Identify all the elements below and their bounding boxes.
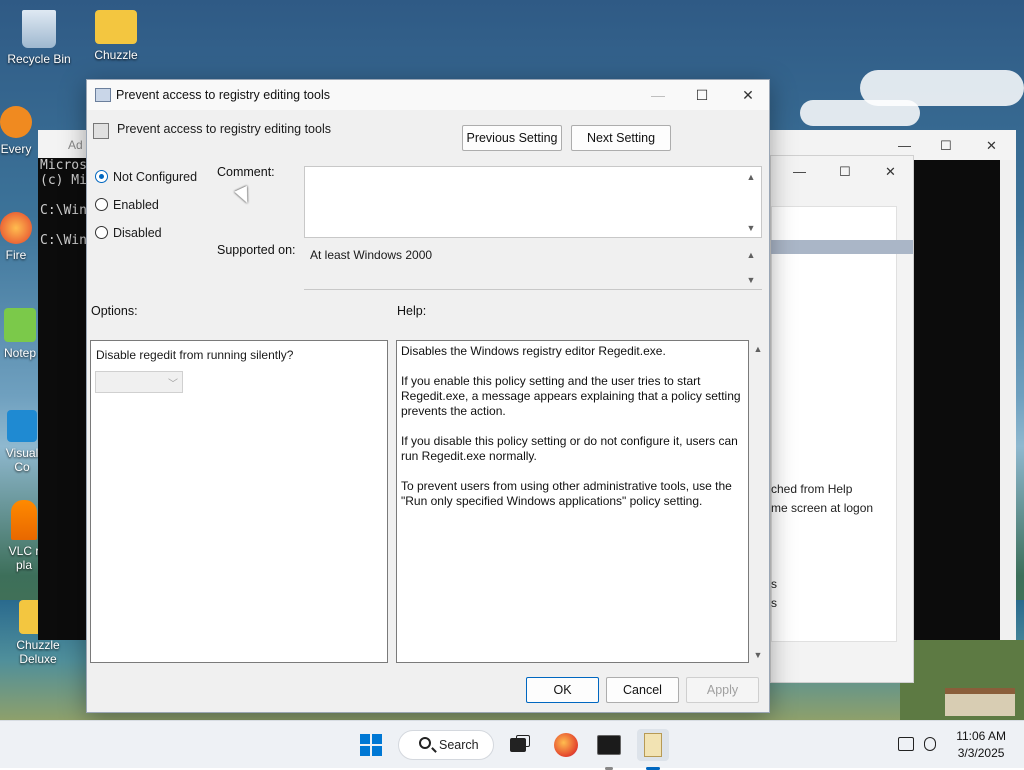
radio-label: Disabled bbox=[113, 226, 162, 240]
radio-label: Not Configured bbox=[113, 170, 198, 184]
search-label: Search bbox=[439, 738, 479, 752]
cloud bbox=[800, 100, 920, 126]
background-text: s bbox=[771, 577, 777, 591]
minimize-icon[interactable]: — bbox=[635, 80, 681, 110]
minimize-icon[interactable]: — bbox=[793, 164, 806, 179]
background-text: s bbox=[771, 596, 777, 610]
apply-button[interactable]: Apply bbox=[686, 677, 759, 703]
start-windows-icon[interactable] bbox=[360, 734, 382, 756]
policy-setting-dialog[interactable]: Prevent access to registry editing tools… bbox=[86, 79, 770, 713]
folder-icon bbox=[95, 10, 137, 44]
selected-row bbox=[771, 240, 913, 254]
radio-checked-icon bbox=[95, 170, 108, 183]
chevron-down-icon: ﹀ bbox=[168, 379, 178, 390]
desktop-icon-label: Chuzzle bbox=[16, 638, 60, 652]
network-icon[interactable] bbox=[898, 737, 914, 751]
supported-on-value: At least Windows 2000 bbox=[310, 248, 433, 262]
help-paragraph: If you disable this policy setting or do… bbox=[401, 434, 738, 463]
radio-label: Enabled bbox=[113, 198, 159, 212]
help-label: Help: bbox=[397, 304, 427, 318]
options-label: Options: bbox=[91, 304, 138, 318]
taskbar: Search 11:06 AM 3/3/2025 bbox=[0, 720, 1024, 770]
scroll-down-icon[interactable]: ▼ bbox=[751, 650, 765, 660]
maximize-icon[interactable]: ☐ bbox=[940, 138, 952, 154]
house bbox=[945, 688, 1015, 716]
scroll-up-icon[interactable]: ▲ bbox=[744, 172, 758, 182]
clock-time: 11:06 AM bbox=[956, 729, 1006, 743]
options-dropdown[interactable]: ﹀ bbox=[95, 371, 183, 393]
desktop-icon-sublabel: Deluxe bbox=[19, 652, 57, 666]
desktop-icon-label: Fire bbox=[5, 248, 27, 262]
supported-on-field: At least Windows 2000 bbox=[304, 244, 762, 290]
radio-unchecked-icon bbox=[95, 226, 108, 239]
dialog-titlebar[interactable]: Prevent access to registry editing tools… bbox=[87, 80, 769, 110]
desktop-icon-label: VLC r bbox=[8, 544, 40, 558]
desktop-icon-sublabel: Co bbox=[14, 460, 30, 474]
maximize-icon[interactable]: ☐ bbox=[839, 164, 851, 180]
desktop-icon-sublabel: pla bbox=[15, 558, 32, 572]
taskbar-clock[interactable]: 11:06 AM 3/3/2025 bbox=[956, 728, 1006, 762]
background-text: me screen at logon bbox=[771, 501, 874, 515]
policy-window-icon bbox=[95, 88, 111, 102]
background-explorer-window[interactable]: — ☐ ✕ ched from Help me screen at logon … bbox=[770, 155, 914, 683]
close-icon[interactable]: ✕ bbox=[725, 80, 771, 110]
close-icon[interactable]: ✕ bbox=[885, 164, 896, 180]
desktop-icon-label: Visual bbox=[5, 446, 39, 460]
minimize-icon[interactable]: — bbox=[898, 138, 911, 153]
desktop-icon-label: Every bbox=[0, 142, 32, 156]
background-text: ched from Help bbox=[771, 482, 853, 496]
help-panel: Disables the Windows registry editor Reg… bbox=[396, 340, 749, 663]
task-view-icon[interactable] bbox=[504, 729, 536, 761]
maximize-icon[interactable]: ☐ bbox=[679, 80, 725, 110]
desktop-icon-label: Chuzzle bbox=[94, 48, 138, 62]
options-question: Disable regedit from running silently? bbox=[96, 348, 294, 362]
vlc-icon bbox=[11, 500, 37, 540]
ok-button[interactable]: OK bbox=[526, 677, 599, 703]
scroll-down-icon[interactable]: ▼ bbox=[744, 275, 758, 285]
setting-title: Prevent access to registry editing tools bbox=[117, 122, 331, 136]
supported-on-label: Supported on: bbox=[217, 243, 296, 257]
cancel-button[interactable]: Cancel bbox=[606, 677, 679, 703]
desktop-icon-label: Recycle Bin bbox=[7, 52, 71, 66]
taskbar-search-button[interactable]: Search bbox=[398, 730, 494, 760]
cmd-title: Ad bbox=[68, 138, 83, 152]
help-paragraph: To prevent users from using other admini… bbox=[401, 479, 732, 508]
scroll-up-icon[interactable]: ▲ bbox=[751, 344, 765, 354]
desktop-icon-label: Notep bbox=[3, 346, 37, 360]
comment-textarea[interactable] bbox=[304, 166, 762, 238]
background-window-content bbox=[771, 206, 897, 642]
policy-setting-icon bbox=[93, 123, 109, 139]
dialog-title: Prevent access to registry editing tools bbox=[116, 88, 330, 102]
help-paragraph: If you enable this policy setting and th… bbox=[401, 374, 741, 418]
cmd-taskbar-icon[interactable] bbox=[593, 729, 625, 770]
previous-setting-button[interactable]: Previous Setting bbox=[462, 125, 562, 151]
notepad-taskbar-icon[interactable] bbox=[637, 729, 669, 770]
close-icon[interactable]: ✕ bbox=[986, 138, 997, 154]
notepad-icon bbox=[4, 308, 36, 342]
firefox-icon bbox=[0, 212, 32, 244]
radio-unchecked-icon bbox=[95, 198, 108, 211]
scroll-down-icon[interactable]: ▼ bbox=[744, 223, 758, 233]
clock-date: 3/3/2025 bbox=[957, 746, 1005, 760]
scrollbar[interactable] bbox=[1000, 160, 1016, 640]
next-setting-button[interactable]: Next Setting bbox=[571, 125, 671, 151]
firefox-taskbar-icon[interactable] bbox=[550, 729, 582, 761]
help-text: Disables the Windows registry editor Reg… bbox=[401, 344, 744, 524]
help-paragraph: Disables the Windows registry editor Reg… bbox=[401, 344, 666, 358]
search-icon bbox=[419, 737, 431, 749]
comment-label: Comment: bbox=[217, 165, 275, 179]
volume-muted-icon[interactable] bbox=[924, 737, 936, 751]
desktop-icon-recycle-bin[interactable]: Recycle Bin bbox=[1, 10, 77, 66]
recycle-bin-icon bbox=[22, 10, 56, 48]
scroll-up-icon[interactable]: ▲ bbox=[744, 250, 758, 260]
vscode-icon bbox=[7, 410, 37, 442]
everything-search-icon bbox=[0, 106, 32, 138]
options-panel: Disable regedit from running silently? ﹀ bbox=[90, 340, 388, 663]
desktop-icon-chuzzle-folder[interactable]: Chuzzle bbox=[78, 10, 154, 62]
